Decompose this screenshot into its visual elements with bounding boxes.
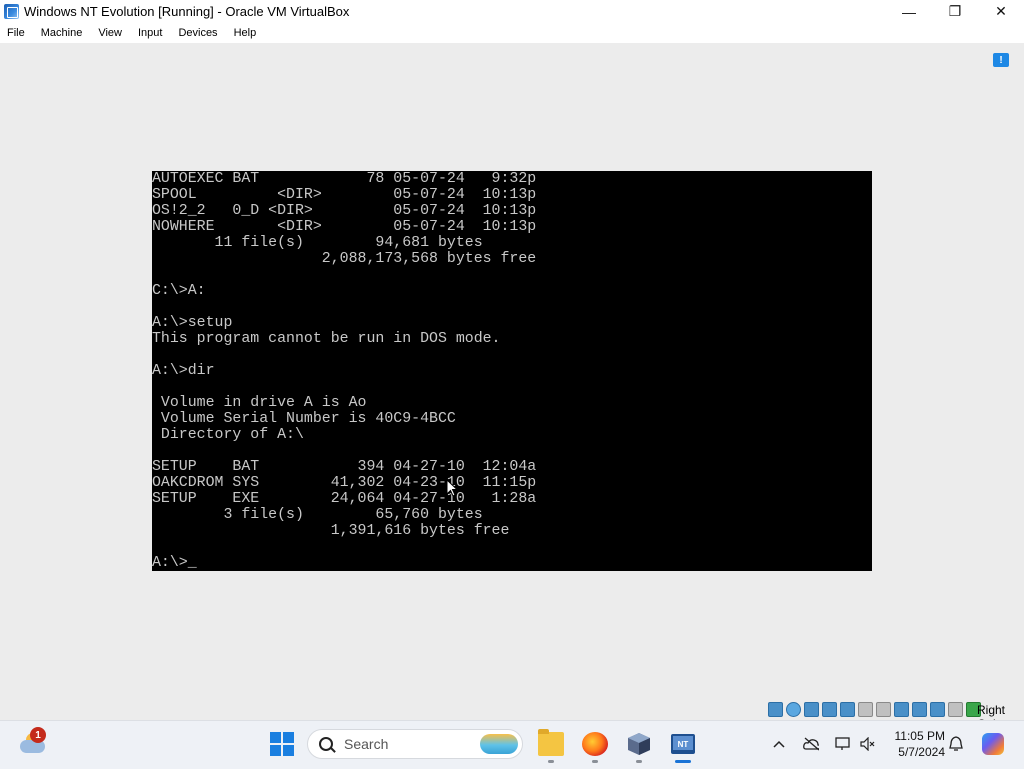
window-controls: — ❐ ✕	[886, 0, 1024, 23]
vt-x-icon[interactable]	[930, 702, 945, 717]
onedrive-icon[interactable]	[803, 736, 819, 752]
console-line: 3 file(s) 65,760 bytes	[152, 507, 483, 523]
window-title: Windows NT Evolution [Running] - Oracle …	[24, 4, 350, 19]
windows-nt-vm-icon[interactable]: NT	[670, 732, 696, 756]
clock-time: 11:05 PM	[894, 729, 945, 743]
weather-badge: 1	[30, 727, 46, 743]
title-bar: Windows NT Evolution [Running] - Oracle …	[0, 0, 1024, 23]
console-line: A:\>dir	[152, 363, 215, 379]
console-line: OS!2_2 0_D <DIR> 05-07-24 10:13p	[152, 203, 537, 219]
search-highlight-image	[480, 734, 518, 754]
menu-machine[interactable]: Machine	[33, 27, 91, 39]
virtualbox-manager-icon[interactable]	[626, 732, 652, 756]
mouse-integration-icon[interactable]	[948, 702, 963, 717]
running-indicator	[592, 760, 598, 763]
console-line: SETUP EXE 24,064 04-27-10 1:28a	[152, 491, 537, 507]
console-line: 11 file(s) 94,681 bytes	[152, 235, 483, 251]
console-line: SPOOL <DIR> 05-07-24 10:13p	[152, 187, 537, 203]
search-label: Search	[344, 736, 389, 752]
console-prompt[interactable]: A:\>_	[152, 555, 197, 571]
svg-text:NT: NT	[678, 740, 689, 749]
display-icon[interactable]	[894, 702, 909, 717]
console-line: Directory of A:\	[152, 427, 304, 443]
optical-drive-icon[interactable]	[786, 702, 801, 717]
floppy-icon[interactable]	[804, 702, 819, 717]
search-icon	[319, 737, 333, 751]
console-line: A:\>setup	[152, 315, 233, 331]
menu-file[interactable]: File	[0, 27, 33, 39]
network-status-icon[interactable]	[835, 736, 851, 752]
hard-disk-icon[interactable]	[768, 702, 783, 717]
console-line: 2,088,173,568 bytes free	[152, 251, 537, 267]
maximize-button[interactable]: ❐	[932, 0, 978, 23]
console-line: NOWHERE <DIR> 05-07-24 10:13p	[152, 219, 537, 235]
start-button[interactable]	[270, 732, 294, 756]
console-line: This program cannot be run in DOS mode.	[152, 331, 501, 347]
minimize-button[interactable]: —	[886, 0, 932, 23]
console-line: AUTOEXEC BAT 78 05-07-24 9:32p	[152, 171, 537, 187]
dos-console[interactable]: AUTOEXEC BAT 78 05-07-24 9:32p SPOOL <DI…	[152, 171, 872, 571]
menu-help[interactable]: Help	[226, 27, 265, 39]
console-line: C:\>A:	[152, 283, 206, 299]
console-line: Volume in drive A is Ao	[152, 395, 367, 411]
console-line: OAKCDROM SYS 41,302 04-23-10 11:15p	[152, 475, 537, 491]
running-indicator	[636, 760, 642, 763]
recording-icon[interactable]	[912, 702, 927, 717]
active-app-indicator	[675, 760, 691, 763]
close-button[interactable]: ✕	[978, 0, 1024, 23]
virtualbox-app-icon[interactable]	[4, 4, 19, 19]
clock-date: 5/7/2024	[898, 745, 945, 759]
console-line: 1,391,616 bytes free	[152, 523, 510, 539]
network-icon[interactable]	[840, 702, 855, 717]
menu-devices[interactable]: Devices	[170, 27, 225, 39]
menu-input[interactable]: Input	[130, 27, 170, 39]
copilot-icon[interactable]	[982, 733, 1004, 755]
notification-bell-icon[interactable]	[948, 736, 964, 752]
usb-icon[interactable]	[858, 702, 873, 717]
shared-folders-icon[interactable]	[876, 702, 891, 717]
mouse-pointer-icon	[446, 479, 458, 497]
taskbar-clock[interactable]: 11:05 PM 5/7/2024	[885, 728, 945, 760]
taskbar-search-box[interactable]: Search	[307, 729, 523, 759]
file-explorer-icon[interactable]	[538, 729, 564, 756]
console-line: Volume Serial Number is 40C9-4BCC	[152, 411, 456, 427]
show-hidden-icons-chevron-icon[interactable]	[771, 736, 787, 752]
console-line: SETUP BAT 394 04-27-10 12:04a	[152, 459, 537, 475]
notification-icon[interactable]: !	[993, 53, 1009, 67]
menu-bar: File Machine View Input Devices Help	[0, 23, 1024, 43]
vm-device-indicators	[768, 702, 981, 717]
volume-muted-icon[interactable]	[860, 736, 876, 752]
audio-icon[interactable]	[822, 702, 837, 717]
running-indicator	[548, 760, 554, 763]
menu-view[interactable]: View	[90, 27, 130, 39]
firefox-icon[interactable]	[582, 732, 608, 756]
